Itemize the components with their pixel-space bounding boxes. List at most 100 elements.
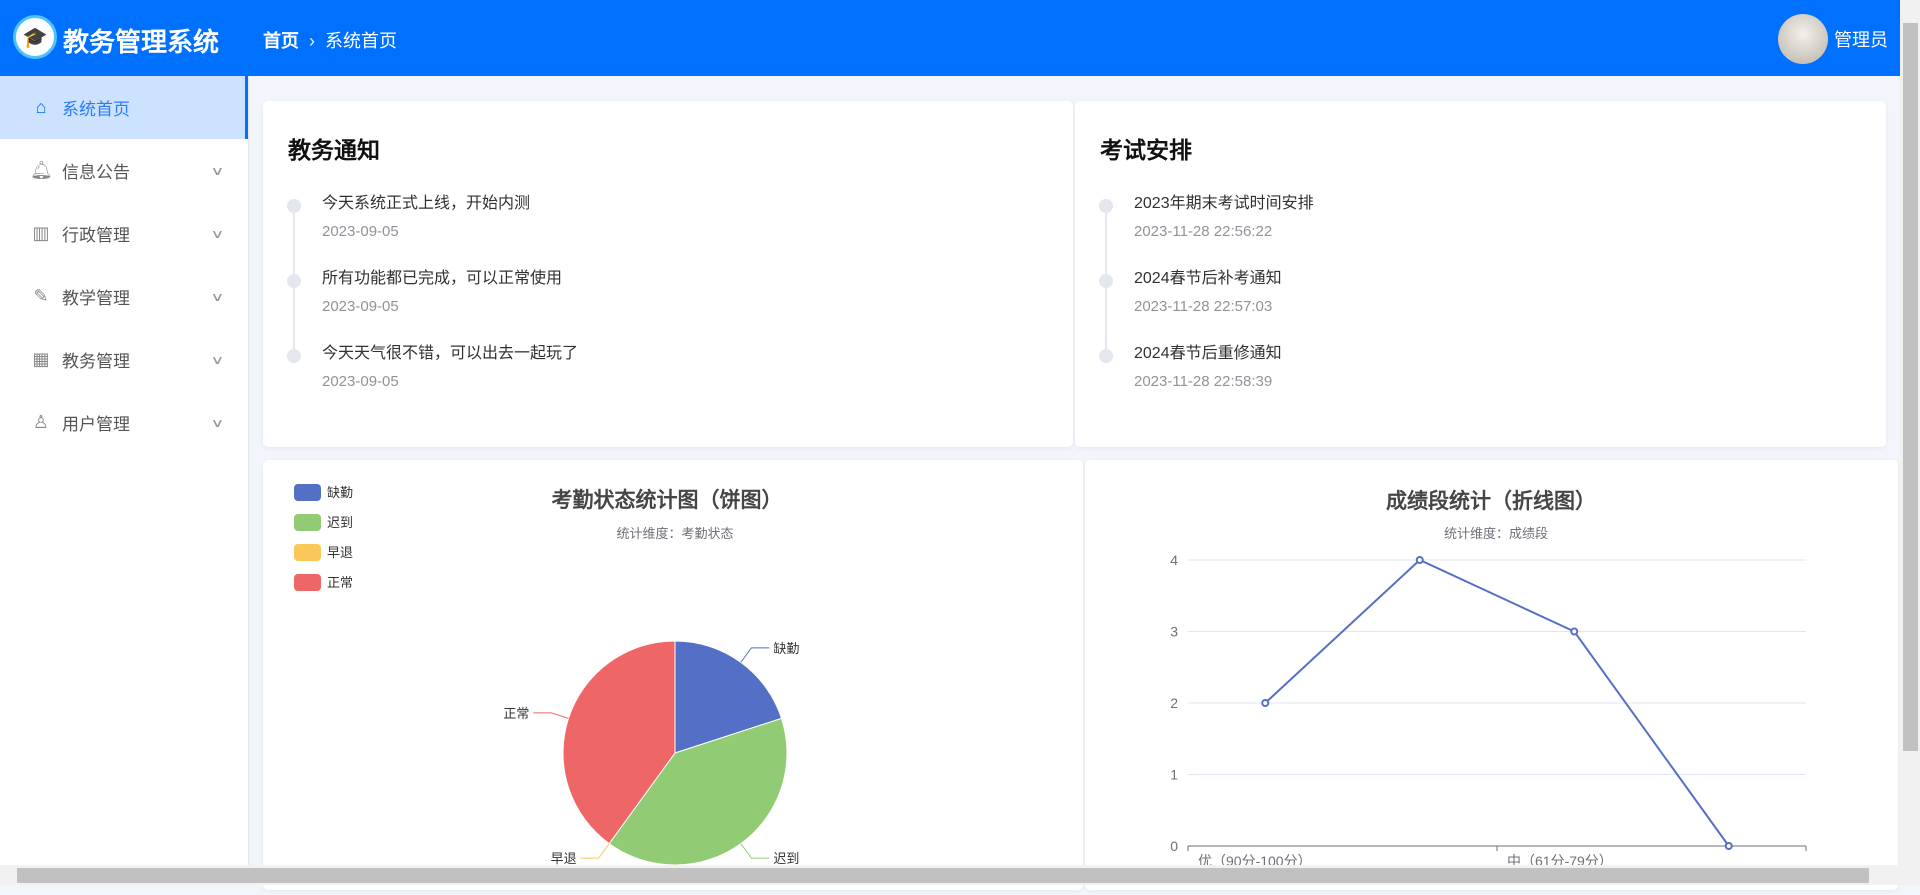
- line-chart-card: 成绩段统计（折线图） 统计维度：成绩段 0 1 2 3 4 优（90分-100分） 中（61分-…: [1085, 460, 1898, 890]
- sidebar-item-academic[interactable]: ▦ 教务管理 ∨: [0, 328, 248, 391]
- breadcrumb-current: 系统首页: [325, 31, 397, 51]
- list-item[interactable]: 2023年期末考试时间安排 2023-11-28 22:56:22: [1099, 193, 1314, 274]
- sidebar-item-teaching[interactable]: ✎ 教学管理 ∨: [0, 265, 248, 328]
- scrollbar-thumb[interactable]: [1903, 23, 1918, 751]
- line-chart: 成绩段统计（折线图）统计维度：成绩段01234优（90分-100分） 中（61分-…: [1170, 489, 1807, 869]
- y-tick-label: 2: [1170, 695, 1178, 711]
- legend-swatch: [294, 514, 321, 531]
- horizontal-scrollbar[interactable]: [0, 865, 1920, 885]
- data-point: [1724, 842, 1733, 850]
- breadcrumb-home[interactable]: 首页: [263, 31, 299, 51]
- user-menu[interactable]: 管理员: [1778, 14, 1888, 64]
- item-date: 2023-09-05: [322, 298, 399, 315]
- legend-swatch: [294, 574, 321, 591]
- sidebar-item-label: 教学管理: [62, 289, 130, 308]
- y-tick-label: 0: [1170, 838, 1178, 854]
- label-line: [533, 712, 569, 719]
- item-title: 今天系统正式上线，开始内测: [322, 195, 531, 212]
- item-date: 2023-11-28 22:57:03: [1134, 298, 1273, 315]
- chevron-down-icon: ∨: [210, 226, 225, 241]
- avatar[interactable]: [1778, 14, 1828, 64]
- sidebar-item-users[interactable]: ♙ 用户管理 ∨: [0, 391, 248, 454]
- vertical-scrollbar[interactable]: [1900, 0, 1920, 865]
- timeline-line: [293, 288, 295, 349]
- top-header: 🎓 教务管理系统 首页 › 系统首页 管理员: [0, 0, 1900, 76]
- timeline-dot: [1099, 199, 1113, 213]
- bell-icon: 🔔︎: [30, 160, 53, 180]
- timeline-dot: [287, 349, 301, 363]
- user-name[interactable]: 管理员: [1834, 26, 1888, 52]
- chevron-down-icon: ∨: [210, 289, 225, 304]
- list-item[interactable]: 2024春节后补考通知 2023-11-28 22:57:03: [1099, 268, 1314, 349]
- slice-label: 缺勤: [773, 641, 799, 656]
- item-date: 2023-11-28 22:56:22: [1134, 223, 1273, 240]
- home-icon: ⌂: [35, 97, 47, 117]
- legend-label: 迟到: [327, 515, 353, 530]
- data-point: [1570, 627, 1579, 636]
- notice-timeline: 今天系统正式上线，开始内测 2023-09-05 所有功能都已完成，可以正常使用 2…: [287, 193, 578, 418]
- chart-title: 成绩段统计（折线图）: [1386, 489, 1596, 513]
- card-title: 教务通知: [288, 137, 380, 163]
- label-line: [740, 647, 770, 663]
- sidebar-item-label: 教务管理: [62, 352, 130, 371]
- item-title: 今天天气很不错，可以出去一起玩了: [322, 345, 579, 362]
- breadcrumb: 首页 › 系统首页: [263, 27, 397, 53]
- notice-card: 教务通知 今天系统正式上线，开始内测 2023-09-05 所有功能都已完成，可以…: [263, 101, 1073, 447]
- item-date: 2023-11-28 22:58:39: [1134, 373, 1273, 390]
- slice-label: 早退: [551, 851, 577, 866]
- sidebar-item-home[interactable]: ⌂ 系统首页: [0, 76, 248, 139]
- sidebar-item-label: 系统首页: [62, 100, 130, 119]
- timeline-dot: [287, 199, 301, 213]
- card-title: 考试安排: [1100, 137, 1192, 163]
- item-date: 2023-09-05: [322, 223, 399, 240]
- y-tick-label: 1: [1170, 767, 1178, 783]
- sidebar-item-label: 行政管理: [62, 226, 130, 245]
- chevron-right-icon: ›: [309, 31, 315, 51]
- label-line: [740, 843, 770, 859]
- chart-title: 考勤状态统计图（饼图）: [552, 488, 783, 512]
- sidebar: ⌂ 系统首页 🔔︎ 信息公告 ∨ ▥ 行政管理 ∨ ✎ 教学管理 ∨ ▦ 教务管理 ∨ ♙ 用户管理…: [0, 76, 249, 865]
- label-line: [580, 843, 610, 859]
- building-icon: ▥: [32, 223, 50, 243]
- legend-label: 早退: [327, 545, 353, 560]
- chart-subtitle: 统计维度：考勤状态: [616, 526, 733, 541]
- timeline-line: [1105, 288, 1107, 349]
- slice-label: 迟到: [773, 851, 799, 866]
- chevron-down-icon: ∨: [210, 163, 225, 178]
- list-item[interactable]: 今天天气很不错，可以出去一起玩了 2023-09-05: [287, 343, 578, 418]
- user-icon: ♙: [32, 412, 50, 432]
- chevron-down-icon: ∨: [210, 415, 225, 430]
- sidebar-item-announcements[interactable]: 🔔︎ 信息公告 ∨: [0, 139, 248, 202]
- item-title: 所有功能都已完成，可以正常使用: [322, 270, 563, 287]
- legend-swatch: [294, 484, 321, 501]
- chevron-down-icon: ∨: [210, 352, 225, 367]
- y-tick-label: 3: [1170, 624, 1178, 640]
- legend-label: 缺勤: [327, 485, 353, 500]
- chart-subtitle: 统计维度：成绩段: [1444, 526, 1548, 541]
- sidebar-item-admin[interactable]: ▥ 行政管理 ∨: [0, 202, 248, 265]
- scrollbar-thumb[interactable]: [17, 868, 1869, 883]
- list-item[interactable]: 2024春节后重修通知 2023-11-28 22:58:39: [1099, 343, 1314, 418]
- exam-card: 考试安排 2023年期末考试时间安排 2023-11-28 22:56:22 20…: [1075, 101, 1886, 447]
- edit-icon: ✎: [33, 286, 49, 306]
- timeline-line: [1105, 213, 1107, 274]
- legend-label: 正常: [327, 575, 353, 590]
- slice-label: 正常: [503, 706, 529, 721]
- timeline-dot: [287, 274, 301, 288]
- timeline-dot: [1099, 349, 1113, 363]
- pie-chart-card: 考勤状态统计图（饼图） 统计维度：考勤状态 缺勤 迟到 早退 正常 缺勤 迟到 早退 正常: [263, 460, 1083, 890]
- logo-icon: 🎓: [13, 15, 57, 59]
- item-title: 2023年期末考试时间安排: [1134, 195, 1314, 212]
- app-title: 教务管理系统: [63, 27, 220, 57]
- sidebar-item-label: 用户管理: [62, 415, 130, 434]
- item-title: 2024春节后重修通知: [1134, 345, 1282, 362]
- exam-timeline: 2023年期末考试时间安排 2023-11-28 22:56:22 2024春节后…: [1099, 193, 1314, 418]
- data-point: [1261, 699, 1270, 707]
- legend-swatch: [294, 544, 321, 561]
- list-item[interactable]: 所有功能都已完成，可以正常使用 2023-09-05: [287, 268, 578, 349]
- timeline-line: [293, 213, 295, 274]
- y-tick-label: 4: [1170, 552, 1178, 568]
- pie-chart: 考勤状态统计图（饼图）统计维度：考勤状态缺勤迟到早退正常缺勤迟到早退正常: [294, 484, 799, 866]
- list-item[interactable]: 今天系统正式上线，开始内测 2023-09-05: [287, 193, 578, 274]
- data-point: [1415, 556, 1424, 564]
